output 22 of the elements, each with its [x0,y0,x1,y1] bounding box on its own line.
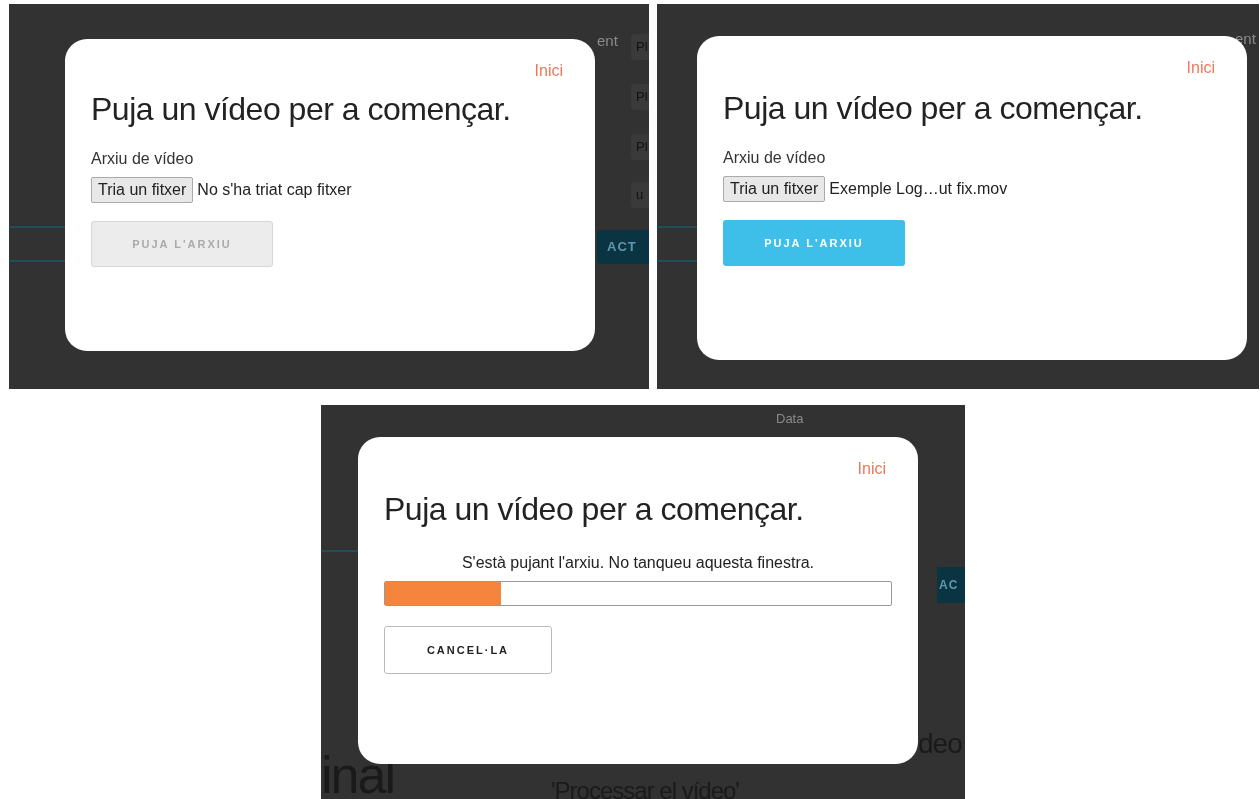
status-message: S'està pujant l'arxiu. No tanqueu aquesta finestra. [460,553,816,573]
dialog-title: Puja un vídeo per a començar. [91,90,512,129]
field-label: Arxiu de vídeo [91,149,195,169]
home-link[interactable]: Inici [534,59,563,83]
file-name-text: Exemple Log…ut fix.mov [829,179,1008,199]
dialog-title: Puja un vídeo per a començar. [384,490,805,529]
action-button[interactable]: AC [937,567,965,603]
file-name-text: No s'ha triat cap fitxer [197,180,352,200]
home-link[interactable]: Inici [1186,56,1215,80]
divider-line [321,550,358,552]
dialog-title: Puja un vídeo per a començar. [723,89,1144,128]
upload-button[interactable]: PUJA L'ARXIU [723,220,905,266]
cancel-button[interactable]: CANCEL·LA [384,626,552,674]
divider-line [9,226,65,228]
field-label: Arxiu de vídeo [723,148,827,168]
divider-line [9,260,65,262]
home-link[interactable]: Inici [857,457,886,481]
form-label: Data [776,410,804,428]
choose-file-button[interactable]: Tria un fitxer [723,176,826,202]
action-button[interactable]: ACT [597,230,649,264]
choose-file-button[interactable]: Tria un fitxer [91,177,194,203]
form-label: ent [597,31,618,51]
